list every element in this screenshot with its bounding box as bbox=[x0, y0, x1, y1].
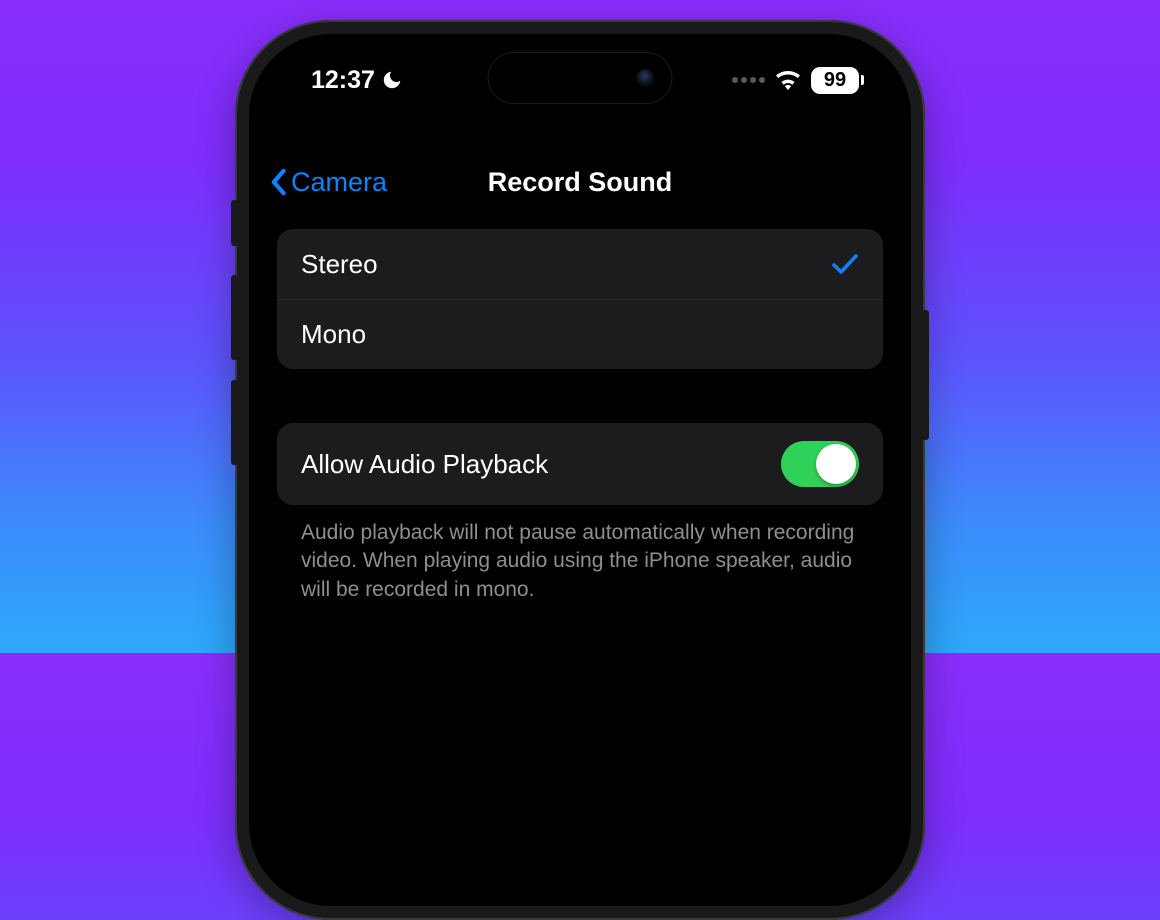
back-label: Camera bbox=[291, 167, 387, 198]
status-right: 99 bbox=[732, 67, 859, 94]
toggle-label: Allow Audio Playback bbox=[301, 449, 548, 480]
playback-group: Allow Audio Playback bbox=[277, 423, 883, 505]
checkmark-icon bbox=[831, 252, 859, 276]
do-not-disturb-icon bbox=[381, 69, 403, 91]
volume-down-button bbox=[231, 380, 237, 465]
phone-screen: 12:37 99 Camera bbox=[249, 34, 911, 906]
content: Stereo Mono Allow Audio Playback bbox=[277, 229, 883, 604]
wifi-icon bbox=[775, 70, 801, 90]
status-time: 12:37 bbox=[311, 66, 375, 95]
option-label: Mono bbox=[301, 319, 366, 350]
option-mono[interactable]: Mono bbox=[277, 299, 883, 369]
allow-audio-playback-toggle[interactable] bbox=[781, 441, 859, 487]
side-button bbox=[231, 200, 237, 246]
sound-mode-group: Stereo Mono bbox=[277, 229, 883, 369]
page-title: Record Sound bbox=[488, 167, 673, 198]
footer-description: Audio playback will not pause automatica… bbox=[277, 505, 883, 604]
option-label: Stereo bbox=[301, 249, 378, 280]
status-left: 12:37 bbox=[311, 66, 403, 95]
chevron-left-icon bbox=[269, 168, 287, 196]
power-button bbox=[923, 310, 929, 440]
volume-up-button bbox=[231, 275, 237, 360]
status-bar: 12:37 99 bbox=[249, 58, 911, 102]
back-button[interactable]: Camera bbox=[269, 167, 387, 198]
toggle-knob bbox=[816, 444, 856, 484]
navigation-bar: Camera Record Sound bbox=[249, 152, 911, 212]
option-stereo[interactable]: Stereo bbox=[277, 229, 883, 299]
phone-frame: 12:37 99 Camera bbox=[235, 20, 925, 920]
spacer bbox=[277, 369, 883, 423]
allow-audio-playback-row[interactable]: Allow Audio Playback bbox=[277, 423, 883, 505]
battery-indicator: 99 bbox=[811, 67, 859, 94]
cellular-signal-icon bbox=[732, 77, 765, 83]
